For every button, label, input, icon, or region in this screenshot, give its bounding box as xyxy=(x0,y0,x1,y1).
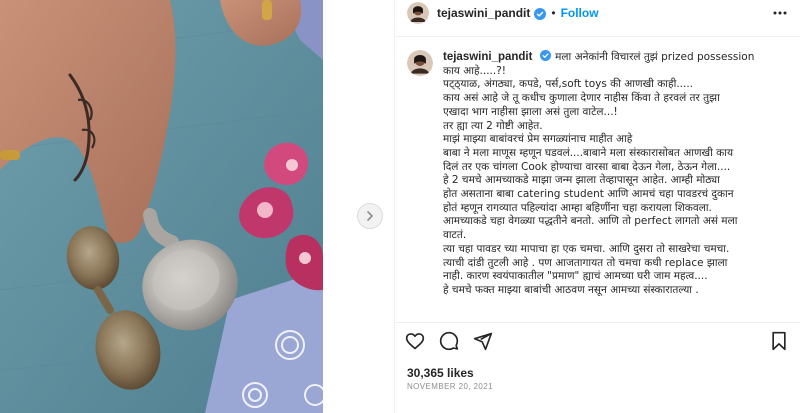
bookmark-icon[interactable] xyxy=(770,331,788,356)
verified-badge-icon xyxy=(539,50,552,62)
caption-line: काय आहे.....?! xyxy=(443,64,506,77)
caption-line: पट्ठ्याळ, अंगठ्या, कपडे, पर्स,soft toys … xyxy=(443,78,694,91)
post-actions xyxy=(405,331,507,356)
author-avatar[interactable] xyxy=(407,2,429,24)
author-username[interactable]: tejaswini_pandit xyxy=(437,6,530,20)
caption-line: काय असं आहे जे तू कधीच कुणाला देणार नाही… xyxy=(443,92,720,105)
likes-count[interactable]: 30,365 likes xyxy=(407,366,474,380)
separator-dot: • xyxy=(551,6,556,20)
caption-line: त्या चहा पावडर च्या मापाचा हा एक चमचा. आ… xyxy=(443,242,730,255)
caption-line: हे 2 चमचे आमच्याकडे माझा जन्म झाला तेव्ह… xyxy=(443,174,720,187)
verified-badge-icon xyxy=(534,7,547,20)
caption-username[interactable]: tejaswini_pandit xyxy=(443,51,532,63)
caption-line: नाही. कारण स्वयंपाकातील "प्रमाण" ह्याचं … xyxy=(443,270,708,283)
caption-first-line: tejaswini_pandit मला अनेकांनी विचारलं तु… xyxy=(443,50,787,65)
caption-line: मला अनेकांनी विचारलं तुझं prized possess… xyxy=(555,51,755,63)
caption-line: होत असताना बाबा catering student आणि आमच… xyxy=(443,188,734,201)
caption-line: आमच्याकडे चहा वेगळ्या पद्धतीने बनतो. आणि… xyxy=(443,215,738,228)
caption-author-avatar[interactable] xyxy=(407,50,433,76)
post-header: tejaswini_pandit • Follow xyxy=(395,0,800,26)
share-icon[interactable] xyxy=(473,331,493,356)
caption-text: tejaswini_pandit मला अनेकांनी विचारलं तु… xyxy=(443,50,787,298)
caption-line: दिलं तर एक चांगला Cook होण्याचा वारसा बा… xyxy=(443,160,731,173)
caption-line: बाबा ने मला माणूस म्हणून घडवलं....बाबाने… xyxy=(443,146,734,159)
caption-line: हे चमचे फक्त माझ्या बाबांची आठवण नसून आम… xyxy=(443,283,699,296)
post-details-panel: tejaswini_pandit • Follow tejaswini_pand… xyxy=(394,0,800,413)
caption-line: वाटतं. xyxy=(443,229,467,242)
caption-line: तर ह्या त्या 2 गोष्टी आहेत. xyxy=(443,119,543,132)
heart-icon[interactable] xyxy=(405,331,425,356)
post-photo[interactable] xyxy=(0,0,323,413)
post-date[interactable]: NOVEMBER 20, 2021 xyxy=(407,382,493,391)
header-divider xyxy=(395,36,800,37)
chevron-right-icon xyxy=(365,211,375,221)
carousel-next-button[interactable] xyxy=(357,203,383,229)
more-options-icon[interactable] xyxy=(772,5,788,26)
caption-line: एखादा भाग नाहीसा झाला असं तुला वाटेल...! xyxy=(443,105,618,118)
follow-button[interactable]: Follow xyxy=(561,6,599,20)
post-caption: tejaswini_pandit मला अनेकांनी विचारलं तु… xyxy=(407,50,787,298)
comment-icon[interactable] xyxy=(439,331,459,356)
actions-divider xyxy=(395,322,800,323)
caption-line: होतं म्हणून रागव्यात पहिल्यांदा आम्हा बह… xyxy=(443,201,712,214)
caption-line: माझं माझ्या बाबांवरचं प्रेम सगळ्यांनाच म… xyxy=(443,133,633,146)
caption-line: त्याची दांडी तुटली आहे . पण आजतागायत तो … xyxy=(443,256,728,269)
